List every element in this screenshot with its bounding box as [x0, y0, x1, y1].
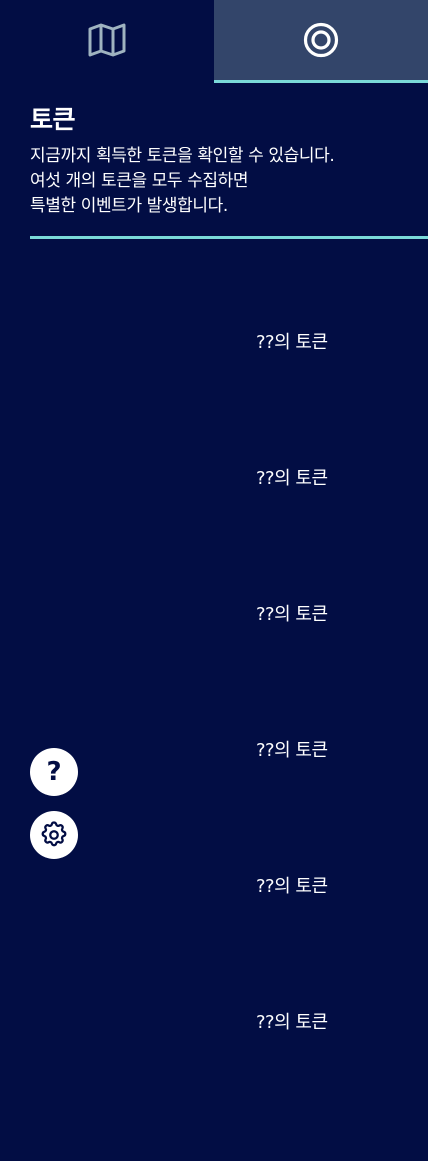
token-item[interactable]: ??의 토큰	[256, 603, 328, 627]
page-description: 지금까지 획득한 토큰을 확인할 수 있습니다. 여섯 개의 토큰을 모두 수집…	[30, 144, 428, 219]
target-icon	[303, 22, 339, 58]
settings-button[interactable]	[30, 811, 78, 859]
gear-icon	[41, 821, 67, 847]
map-icon	[88, 23, 126, 57]
token-item[interactable]: ??의 토큰	[256, 875, 328, 899]
description-line: 특별한 이벤트가 발생합니다.	[30, 196, 228, 216]
description-line: 지금까지 획득한 토큰을 확인할 수 있습니다.	[30, 146, 335, 166]
help-icon: ?	[46, 757, 62, 787]
token-item[interactable]: ??의 토큰	[256, 739, 328, 763]
description-line: 여섯 개의 토큰을 모두 수집하면	[30, 171, 249, 191]
tab-bar	[0, 0, 428, 83]
tab-tokens[interactable]	[214, 0, 428, 83]
token-item[interactable]: ??의 토큰	[256, 467, 328, 491]
token-item[interactable]: ??의 토큰	[256, 331, 328, 355]
header-divider	[30, 236, 428, 239]
tab-map[interactable]	[0, 0, 214, 80]
page-title: 토큰	[30, 105, 76, 134]
help-button[interactable]: ?	[30, 748, 78, 796]
token-item[interactable]: ??의 토큰	[256, 1011, 328, 1035]
tokens-header: 토큰 지금까지 획득한 토큰을 확인할 수 있습니다. 여섯 개의 토큰을 모두…	[30, 100, 428, 219]
